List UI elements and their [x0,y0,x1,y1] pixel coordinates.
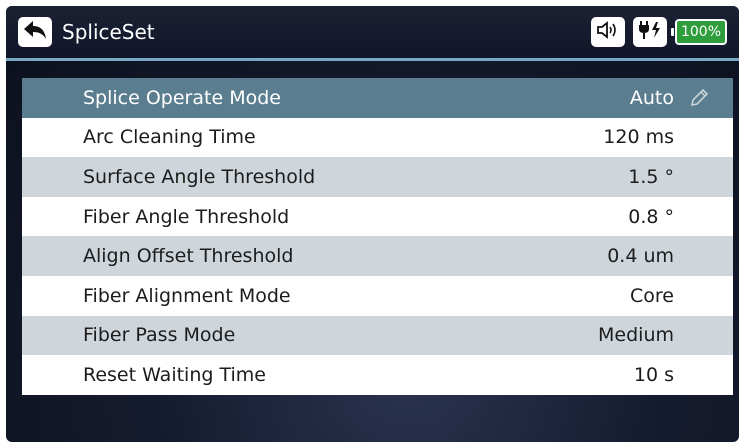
back-button[interactable] [18,17,52,47]
settings-list: Splice Operate Mode Auto Arc Cleaning Ti… [22,78,733,395]
battery-indicator: 100% [671,19,727,45]
setting-label: Align Offset Threshold [83,245,294,268]
setting-value: 1.5 ° [628,165,674,188]
setting-label: Fiber Angle Threshold [83,205,290,228]
power-status [633,17,667,47]
setting-label: Splice Operate Mode [83,86,281,109]
setting-value: 0.8 ° [628,205,674,228]
setting-label: Surface Angle Threshold [83,165,316,188]
setting-row-fiber-angle-threshold[interactable]: Fiber Angle Threshold 0.8 ° [22,196,733,237]
battery-level-text: 100% [680,24,722,40]
back-arrow-icon [23,19,47,45]
power-plug-icon [637,19,663,45]
setting-row-splice-operate-mode[interactable]: Splice Operate Mode Auto [22,78,733,118]
page-title: SpliceSet [62,20,155,44]
setting-row-fiber-pass-mode[interactable]: Fiber Pass Mode Medium [22,315,733,356]
setting-label: Arc Cleaning Time [83,126,256,149]
setting-value: Auto [629,86,674,109]
setting-value: Medium [598,324,674,347]
setting-row-reset-waiting-time[interactable]: Reset Waiting Time 10 s [22,355,733,395]
setting-label: Fiber Alignment Mode [83,284,291,307]
device-screen: SpliceSet 100% Splice Operate Mode Auto … [6,6,739,442]
speaker-icon [596,20,620,44]
setting-label: Reset Waiting Time [83,363,266,386]
setting-row-surface-angle-threshold[interactable]: Surface Angle Threshold 1.5 ° [22,157,733,197]
setting-row-align-offset-threshold[interactable]: Align Offset Threshold 0.4 um [22,236,733,276]
setting-row-arc-cleaning-time[interactable]: Arc Cleaning Time 120 ms [22,117,733,158]
setting-value: 0.4 um [607,245,674,268]
pencil-icon[interactable] [686,85,712,111]
setting-label: Fiber Pass Mode [83,324,236,347]
title-bar: SpliceSet 100% [6,6,739,61]
status-area: 100% [591,17,727,47]
speaker-button[interactable] [591,17,625,47]
setting-value: 120 ms [603,126,674,149]
setting-value: Core [630,284,674,307]
setting-value: 10 s [633,363,674,386]
setting-row-fiber-alignment-mode[interactable]: Fiber Alignment Mode Core [22,275,733,316]
